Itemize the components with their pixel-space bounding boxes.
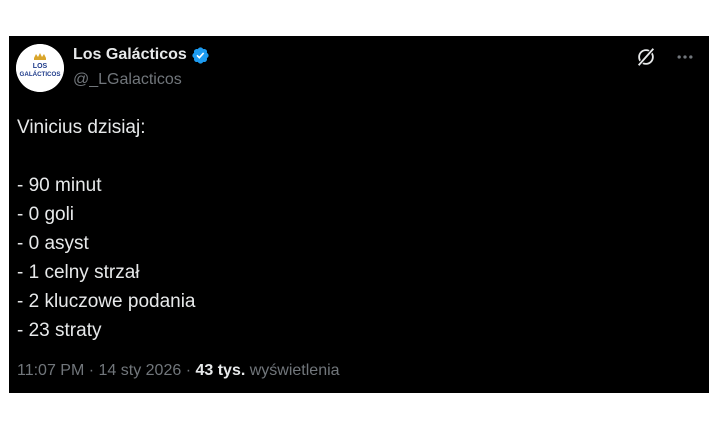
tweet-line: - 0 asyst (17, 233, 89, 254)
tweet-line: - 90 minut (17, 175, 102, 196)
tweet-date[interactable]: 14 sty 2026 (99, 362, 182, 379)
avatar-text-top: LOS (33, 63, 48, 70)
avatar-text-bottom: GALÁCTICOS (20, 71, 61, 78)
tweet-actions (635, 46, 695, 68)
tweet-line: - 1 celny strzał (17, 262, 140, 283)
avatar[interactable]: LOS GALÁCTICOS (16, 44, 64, 92)
more-icon[interactable] (675, 47, 695, 67)
tweet-line: - 0 goli (17, 204, 75, 225)
views-count[interactable]: 43 tys. (195, 362, 245, 379)
tweet-line: Vinicius dzisiaj: (17, 117, 146, 138)
meta-separator: · (181, 362, 196, 379)
tweet-line: - 23 straty (17, 320, 102, 341)
display-name[interactable]: Los Galácticos (73, 45, 187, 65)
verified-badge-icon[interactable] (191, 46, 210, 65)
tweet-time[interactable]: 11:07 PM (17, 362, 84, 379)
tweet-meta: 11:07 PM · 14 sty 2026 · 43 tys. wyświet… (17, 361, 340, 381)
author-handle[interactable]: @_LGalacticos (73, 70, 182, 90)
tweet-line: - 2 kluczowe podania (17, 291, 196, 312)
los-galacticos-logo: LOS GALÁCTICOS (16, 44, 64, 92)
author-name-row[interactable]: Los Galácticos (73, 45, 210, 65)
tweet-text: Vinicius dzisiaj: - 90 minut - 0 goli - … (17, 113, 697, 345)
views-label: wyświetlenia (245, 362, 340, 379)
grok-icon[interactable] (635, 46, 657, 68)
meta-separator: · (84, 362, 99, 379)
tweet-line (17, 142, 697, 171)
tweet-card[interactable]: LOS GALÁCTICOS Los Galácticos @_LGalacti… (9, 36, 709, 393)
